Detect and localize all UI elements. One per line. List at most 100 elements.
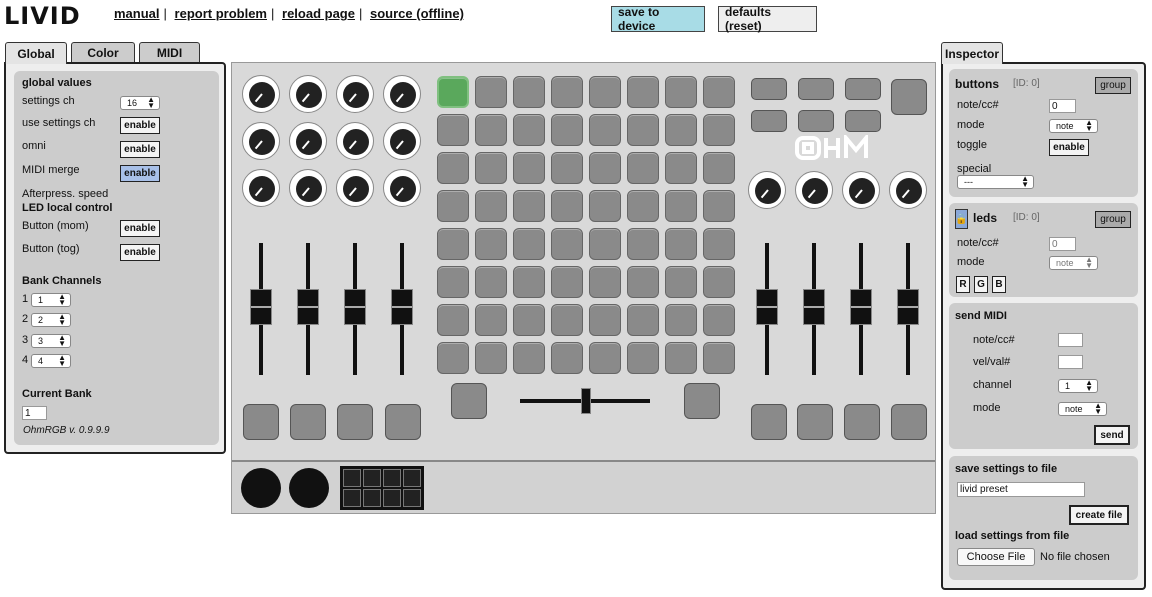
grid-pad[interactable] (513, 304, 545, 336)
tab-global[interactable]: Global (5, 42, 67, 64)
grid-pad[interactable] (551, 342, 583, 374)
function-button[interactable] (845, 78, 881, 100)
mini-grid-cell[interactable] (383, 469, 401, 487)
leds-group-button[interactable]: group (1095, 211, 1131, 228)
grid-pad[interactable] (627, 342, 659, 374)
grid-pad[interactable] (551, 114, 583, 146)
send-mode-select[interactable]: note ▲ ▼ (1058, 402, 1107, 416)
mini-grid-cell[interactable] (343, 469, 361, 487)
bottom-button[interactable] (337, 404, 373, 440)
grid-pad[interactable] (513, 266, 545, 298)
lock-icon[interactable]: 🔒 (955, 209, 968, 229)
fader-cap[interactable] (756, 289, 778, 325)
function-button-large[interactable] (891, 79, 927, 115)
knob[interactable] (242, 122, 280, 160)
settings-ch-select[interactable]: 16 ▲ ▼ (120, 96, 160, 110)
grid-pad[interactable] (589, 266, 621, 298)
grid-pad[interactable] (475, 76, 507, 108)
mini-grid-cell[interactable] (363, 469, 381, 487)
grid-pad[interactable] (703, 152, 735, 184)
function-button[interactable] (798, 110, 834, 132)
knob[interactable] (336, 122, 374, 160)
led-green-button[interactable]: G (974, 276, 988, 293)
bottom-button[interactable] (844, 404, 880, 440)
button-mom-enable-button[interactable]: enable (120, 220, 160, 237)
use-settings-ch-enable-button[interactable]: enable (120, 117, 160, 134)
grid-pad[interactable] (475, 342, 507, 374)
leds-notecc-input[interactable]: 0 (1049, 237, 1076, 251)
fader-cap[interactable] (297, 289, 319, 325)
grid-pad[interactable] (475, 304, 507, 336)
fader-cap[interactable] (391, 289, 413, 325)
grid-pad[interactable] (437, 228, 469, 260)
grid-pad[interactable] (437, 114, 469, 146)
grid-pad[interactable] (589, 342, 621, 374)
grid-pad[interactable] (589, 228, 621, 260)
send-notecc-input[interactable] (1058, 333, 1083, 347)
fader-cap[interactable] (344, 289, 366, 325)
grid-pad[interactable] (665, 228, 697, 260)
crossfader-cap[interactable] (581, 388, 591, 414)
grid-pad[interactable] (437, 76, 469, 108)
send-channel-select[interactable]: 1 ▲ ▼ (1058, 379, 1098, 393)
bank-1-channel-select[interactable]: 1 ▲ ▼ (31, 293, 71, 307)
source-link[interactable]: source (offline) (370, 6, 464, 21)
knob[interactable] (795, 171, 833, 209)
knob[interactable] (748, 171, 786, 209)
bank-3-channel-select[interactable]: 3 ▲ ▼ (31, 334, 71, 348)
grid-pad[interactable] (437, 266, 469, 298)
send-velval-input[interactable] (1058, 355, 1083, 369)
grid-pad[interactable] (513, 152, 545, 184)
send-button[interactable]: send (1094, 425, 1130, 445)
grid-pad[interactable] (475, 190, 507, 222)
knob[interactable] (336, 169, 374, 207)
knob[interactable] (289, 75, 327, 113)
grid-pad[interactable] (551, 228, 583, 260)
bottom-button[interactable] (385, 404, 421, 440)
grid-pad[interactable] (437, 152, 469, 184)
mini-grid-cell[interactable] (403, 469, 421, 487)
grid-pad[interactable] (551, 190, 583, 222)
knob[interactable] (383, 122, 421, 160)
buttons-toggle-enable-button[interactable]: enable (1049, 139, 1089, 156)
tab-inspector[interactable]: Inspector (941, 42, 1003, 64)
grid-pad[interactable] (589, 190, 621, 222)
function-button[interactable] (751, 110, 787, 132)
button-tog-enable-button[interactable]: enable (120, 244, 160, 261)
function-button[interactable] (845, 110, 881, 132)
grid-pad[interactable] (627, 190, 659, 222)
omni-enable-button[interactable]: enable (120, 141, 160, 158)
function-button[interactable] (798, 78, 834, 100)
grid-pad[interactable] (665, 114, 697, 146)
grid-pad[interactable] (703, 228, 735, 260)
choose-file-button[interactable]: Choose File (957, 548, 1035, 566)
grid-pad[interactable] (551, 304, 583, 336)
grid-pad[interactable] (703, 76, 735, 108)
grid-pad[interactable] (475, 228, 507, 260)
grid-pad[interactable] (665, 190, 697, 222)
grid-pad[interactable] (437, 342, 469, 374)
grid-pad[interactable] (627, 304, 659, 336)
grid-pad[interactable] (665, 152, 697, 184)
grid-pad[interactable] (551, 152, 583, 184)
grid-pad[interactable] (475, 266, 507, 298)
grid-pad[interactable] (703, 304, 735, 336)
grid-pad[interactable] (551, 76, 583, 108)
bottom-button[interactable] (797, 404, 833, 440)
mini-grid-cell[interactable] (363, 489, 381, 507)
bottom-button[interactable] (290, 404, 326, 440)
grid-pad[interactable] (475, 152, 507, 184)
defaults-reset-button[interactable]: defaults (reset) (718, 5, 817, 33)
buttons-special-select[interactable]: --- ▲ ▼ (957, 175, 1034, 189)
knob[interactable] (383, 169, 421, 207)
fader-cap[interactable] (897, 289, 919, 325)
crossfader-right-button[interactable] (684, 383, 720, 419)
buttons-mode-select[interactable]: note ▲ ▼ (1049, 119, 1098, 133)
crossfader-left-button[interactable] (451, 383, 487, 419)
grid-pad[interactable] (589, 76, 621, 108)
knob[interactable] (889, 171, 927, 209)
grid-pad[interactable] (437, 190, 469, 222)
manual-link[interactable]: manual (114, 6, 160, 21)
grid-pad[interactable] (703, 114, 735, 146)
grid-pad[interactable] (703, 266, 735, 298)
